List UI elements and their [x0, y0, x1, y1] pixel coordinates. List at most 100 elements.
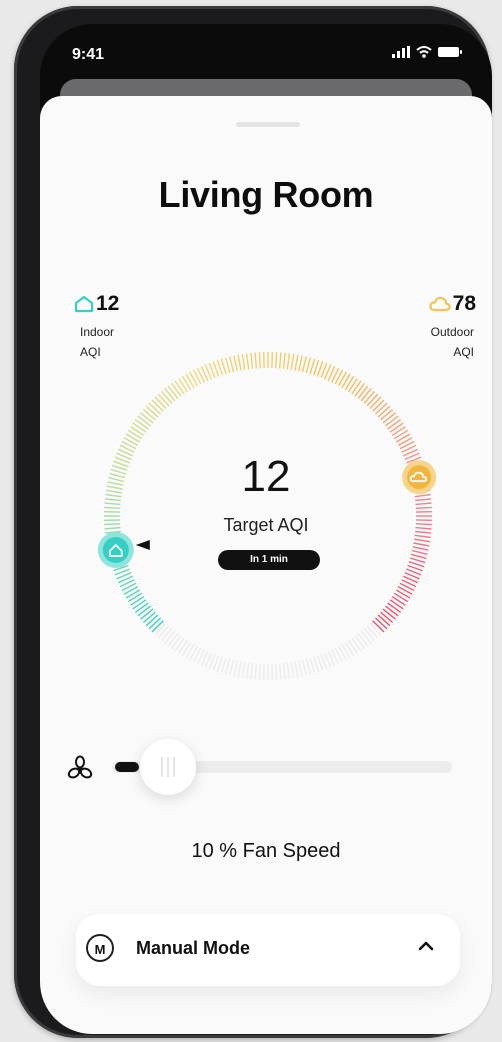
dial-tick: [229, 356, 235, 373]
dial-tick: [130, 426, 145, 436]
dial-tick: [410, 553, 427, 560]
dial-tick: [384, 605, 399, 617]
dial-tick: [233, 355, 238, 372]
dial-tick: [351, 637, 362, 652]
dial-tick: [160, 390, 173, 404]
dial-tick: [344, 375, 355, 391]
dial-tick: [185, 643, 195, 659]
chevron-up-icon[interactable]: [418, 940, 434, 952]
dial-tick: [125, 589, 141, 599]
dial-tick: [151, 399, 164, 412]
status-icons: [392, 46, 462, 58]
dial-tick: [309, 358, 316, 375]
dial-tick: [174, 380, 185, 395]
app-screen: 9:41 Living Room 12 Indoor AQI 78 Outdoo…: [40, 24, 492, 1034]
dial-tick: [148, 617, 162, 630]
dial-tick: [241, 662, 246, 679]
dial-tick: [171, 635, 182, 650]
dial-tick: [374, 617, 388, 630]
dial-tick: [341, 373, 351, 389]
dial-tick: [151, 620, 164, 633]
dial-tick: [174, 637, 185, 652]
dial-tick: [250, 352, 254, 369]
dial-tick: [229, 659, 235, 676]
fan-speed-fill: [115, 762, 139, 772]
dial-tick: [360, 630, 372, 644]
dial-tick: [132, 599, 147, 610]
dial-tick: [369, 622, 382, 636]
wifi-icon: [416, 46, 432, 58]
dial-tick: [254, 352, 258, 369]
dial-tick: [382, 412, 396, 424]
dial-tick: [389, 422, 404, 433]
dial-tick: [140, 412, 154, 424]
dial-tick: [363, 390, 376, 404]
dial-tick: [148, 402, 162, 415]
dial-tick: [301, 659, 307, 676]
dial-tick: [372, 399, 385, 412]
grip-icon: [161, 757, 175, 777]
dial-tick: [245, 662, 250, 679]
phone-frame: 9:41 Living Room 12 Indoor AQI 78 Outdoo…: [14, 6, 492, 1038]
mode-selector[interactable]: M Manual Mode: [76, 914, 460, 986]
dial-tick: [354, 635, 365, 650]
dial-tick: [245, 353, 250, 370]
fan-speed-label: 10 % Fan Speed: [191, 840, 341, 862]
dial-tick: [134, 419, 149, 430]
dial-tick: [360, 388, 372, 402]
dial-tick: [282, 352, 286, 369]
dial-tick: [167, 385, 179, 400]
dial-tick: [414, 538, 431, 543]
dial-tick: [278, 352, 282, 369]
dial-tick: [282, 663, 286, 680]
dial-tick: [380, 611, 394, 624]
target-aqi-value: 12: [241, 452, 291, 501]
dial-tick: [415, 502, 432, 506]
dial-tick: [164, 630, 176, 644]
dial-tick: [278, 663, 282, 680]
dial-tick: [377, 405, 391, 418]
dial-tick: [290, 662, 295, 679]
dial-tick: [157, 393, 170, 407]
dial-tick: [241, 353, 246, 370]
dial-tick: [305, 357, 312, 374]
dial-tick: [220, 657, 227, 674]
dial-tick: [391, 596, 406, 606]
dial-tick: [413, 542, 430, 547]
dial-tick: [145, 614, 159, 627]
dial-tick: [181, 375, 192, 391]
dial-tick: [377, 614, 391, 627]
dial-tick: [160, 628, 173, 642]
dial-tick: [411, 549, 428, 555]
dial-tick: [363, 628, 376, 642]
eta-badge: In 1 min: [218, 550, 320, 570]
dial-tick: [298, 660, 303, 677]
dial-tick: [224, 357, 231, 374]
dial-tick: [366, 625, 379, 639]
dial-tick: [145, 405, 159, 418]
dial-tick: [294, 354, 299, 371]
dial-tick: [409, 557, 426, 564]
dial-tick: [130, 596, 145, 606]
dial-tick: [250, 663, 254, 680]
dial-tick: [104, 502, 121, 506]
status-bar: 9:41: [40, 24, 492, 78]
dial-tick: [344, 641, 355, 657]
fan-speed-slider-thumb[interactable]: [140, 739, 196, 795]
mode-label: Manual Mode: [136, 938, 251, 958]
signal-bars-icon: [392, 46, 410, 58]
target-aqi-label: Target AQI: [223, 515, 309, 535]
dial-tick: [393, 592, 409, 603]
dial-tick: [374, 402, 388, 415]
dial-tick: [301, 356, 307, 373]
dial-tick: [286, 353, 291, 370]
dial-tick: [164, 388, 176, 402]
dial-tick: [171, 382, 182, 397]
indoor-marker[interactable]: [97, 532, 134, 568]
dial-tick: [366, 393, 379, 407]
room-sheet: Living Room 12 Indoor AQI 78 Outdoor AQI: [40, 96, 492, 1034]
dial-tick: [237, 661, 242, 678]
dial-tick: [298, 355, 303, 372]
dial-tick: [258, 352, 261, 369]
dial-tick: [125, 433, 141, 443]
